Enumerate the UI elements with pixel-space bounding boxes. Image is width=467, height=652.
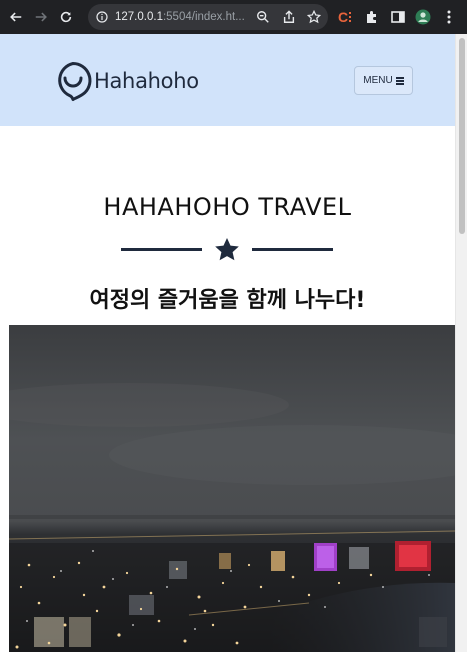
menu-label: MENU xyxy=(363,75,393,86)
reload-icon xyxy=(60,11,72,23)
share-icon[interactable] xyxy=(282,10,296,24)
divider-line-left xyxy=(121,248,202,251)
hamburger-icon xyxy=(395,77,404,85)
back-arrow-icon xyxy=(10,12,22,22)
forward-button[interactable] xyxy=(30,6,52,28)
brand-logo[interactable]: Hahahoho xyxy=(52,60,199,102)
browser-toolbar: 127.0.0.1:5504/index.ht... C xyxy=(0,0,467,34)
star-icon xyxy=(215,238,239,261)
forward-arrow-icon xyxy=(35,12,47,22)
menu-button[interactable]: MENU xyxy=(354,66,413,95)
address-bar[interactable]: 127.0.0.1:5504/index.ht... xyxy=(88,4,328,30)
page-scrollbar[interactable] xyxy=(455,34,467,652)
smile-bubble-logo-icon xyxy=(58,62,92,101)
brand-name: Hahahoho xyxy=(94,69,199,93)
divider-line-right xyxy=(252,248,333,251)
zoom-icon[interactable] xyxy=(256,10,270,24)
extensions-puzzle-icon[interactable] xyxy=(364,9,380,25)
page-title: HAHAHOHO TRAVEL xyxy=(103,193,352,221)
svg-text:C: C xyxy=(338,9,348,25)
title-divider xyxy=(121,236,333,266)
reload-button[interactable] xyxy=(55,6,77,28)
url-text: 127.0.0.1:5504/index.ht... xyxy=(115,11,245,23)
city-night-photo xyxy=(9,325,455,652)
profile-avatar-icon[interactable] xyxy=(415,9,431,25)
site-info-icon[interactable] xyxy=(96,11,108,23)
extension-c-icon[interactable]: C xyxy=(338,9,354,25)
side-panel-icon[interactable] xyxy=(390,9,406,25)
page-subtitle: 여정의 즐거움을 함께 나누다! xyxy=(89,288,366,313)
bookmark-star-icon[interactable] xyxy=(307,10,321,24)
site-header: Hahahoho MENU xyxy=(0,34,455,126)
scrollbar-thumb[interactable] xyxy=(459,38,465,234)
city-night-image xyxy=(9,325,455,652)
browser-menu-icon[interactable] xyxy=(441,9,457,25)
back-button[interactable] xyxy=(5,6,27,28)
